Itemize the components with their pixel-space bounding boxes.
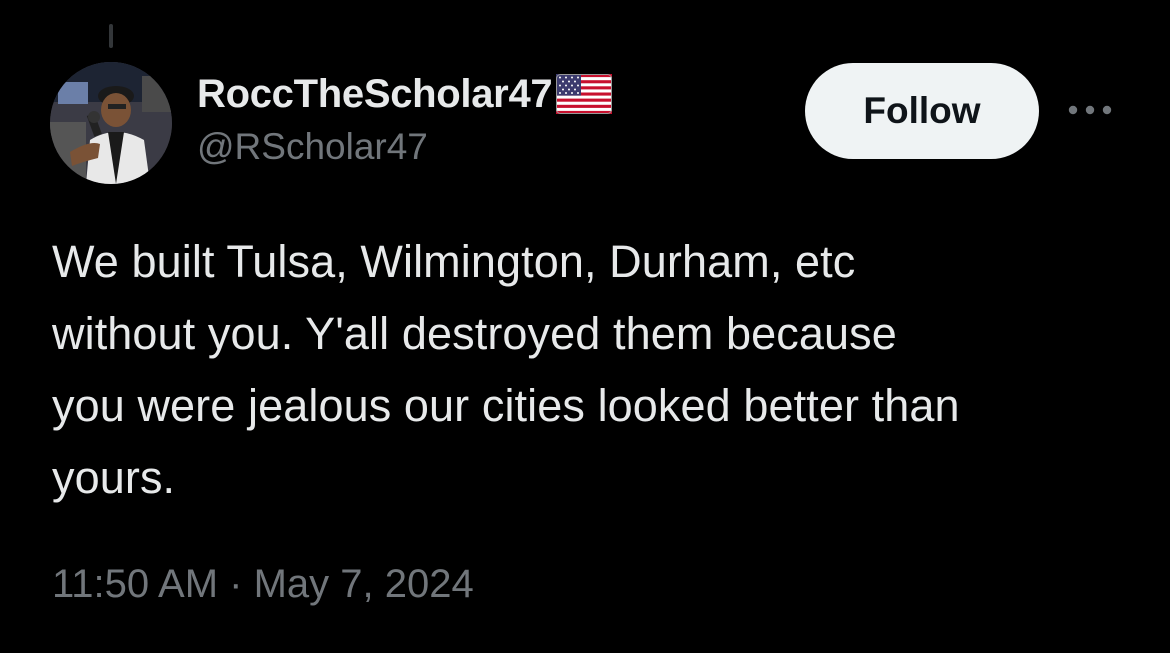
- more-horizontal-icon: [1068, 105, 1112, 115]
- display-name-row: RoccTheScholar47: [197, 68, 613, 120]
- avatar[interactable]: [50, 62, 172, 184]
- author-identity[interactable]: RoccTheScholar47 @RScholar47: [197, 68, 613, 168]
- timestamp-separator: ·: [218, 562, 254, 606]
- more-options-button[interactable]: [1065, 95, 1115, 125]
- avatar-photo: [50, 62, 172, 184]
- tweet-time[interactable]: 11:50 AM: [52, 562, 218, 606]
- tweet-timestamp: 11:50 AM · May 7, 2024: [52, 562, 474, 607]
- follow-button[interactable]: Follow: [805, 63, 1039, 159]
- us-flag-icon: [556, 74, 613, 114]
- tweet-date[interactable]: May 7, 2024: [254, 562, 474, 606]
- user-handle[interactable]: @RScholar47: [197, 126, 612, 168]
- tweet-header: RoccTheScholar47 @RScholar47 Follow: [50, 62, 1130, 187]
- thread-connector-line: [109, 24, 113, 48]
- display-name[interactable]: RoccTheScholar47: [197, 72, 553, 117]
- tweet-text: We built Tulsa, Wilmington, Durham, etc …: [52, 236, 960, 503]
